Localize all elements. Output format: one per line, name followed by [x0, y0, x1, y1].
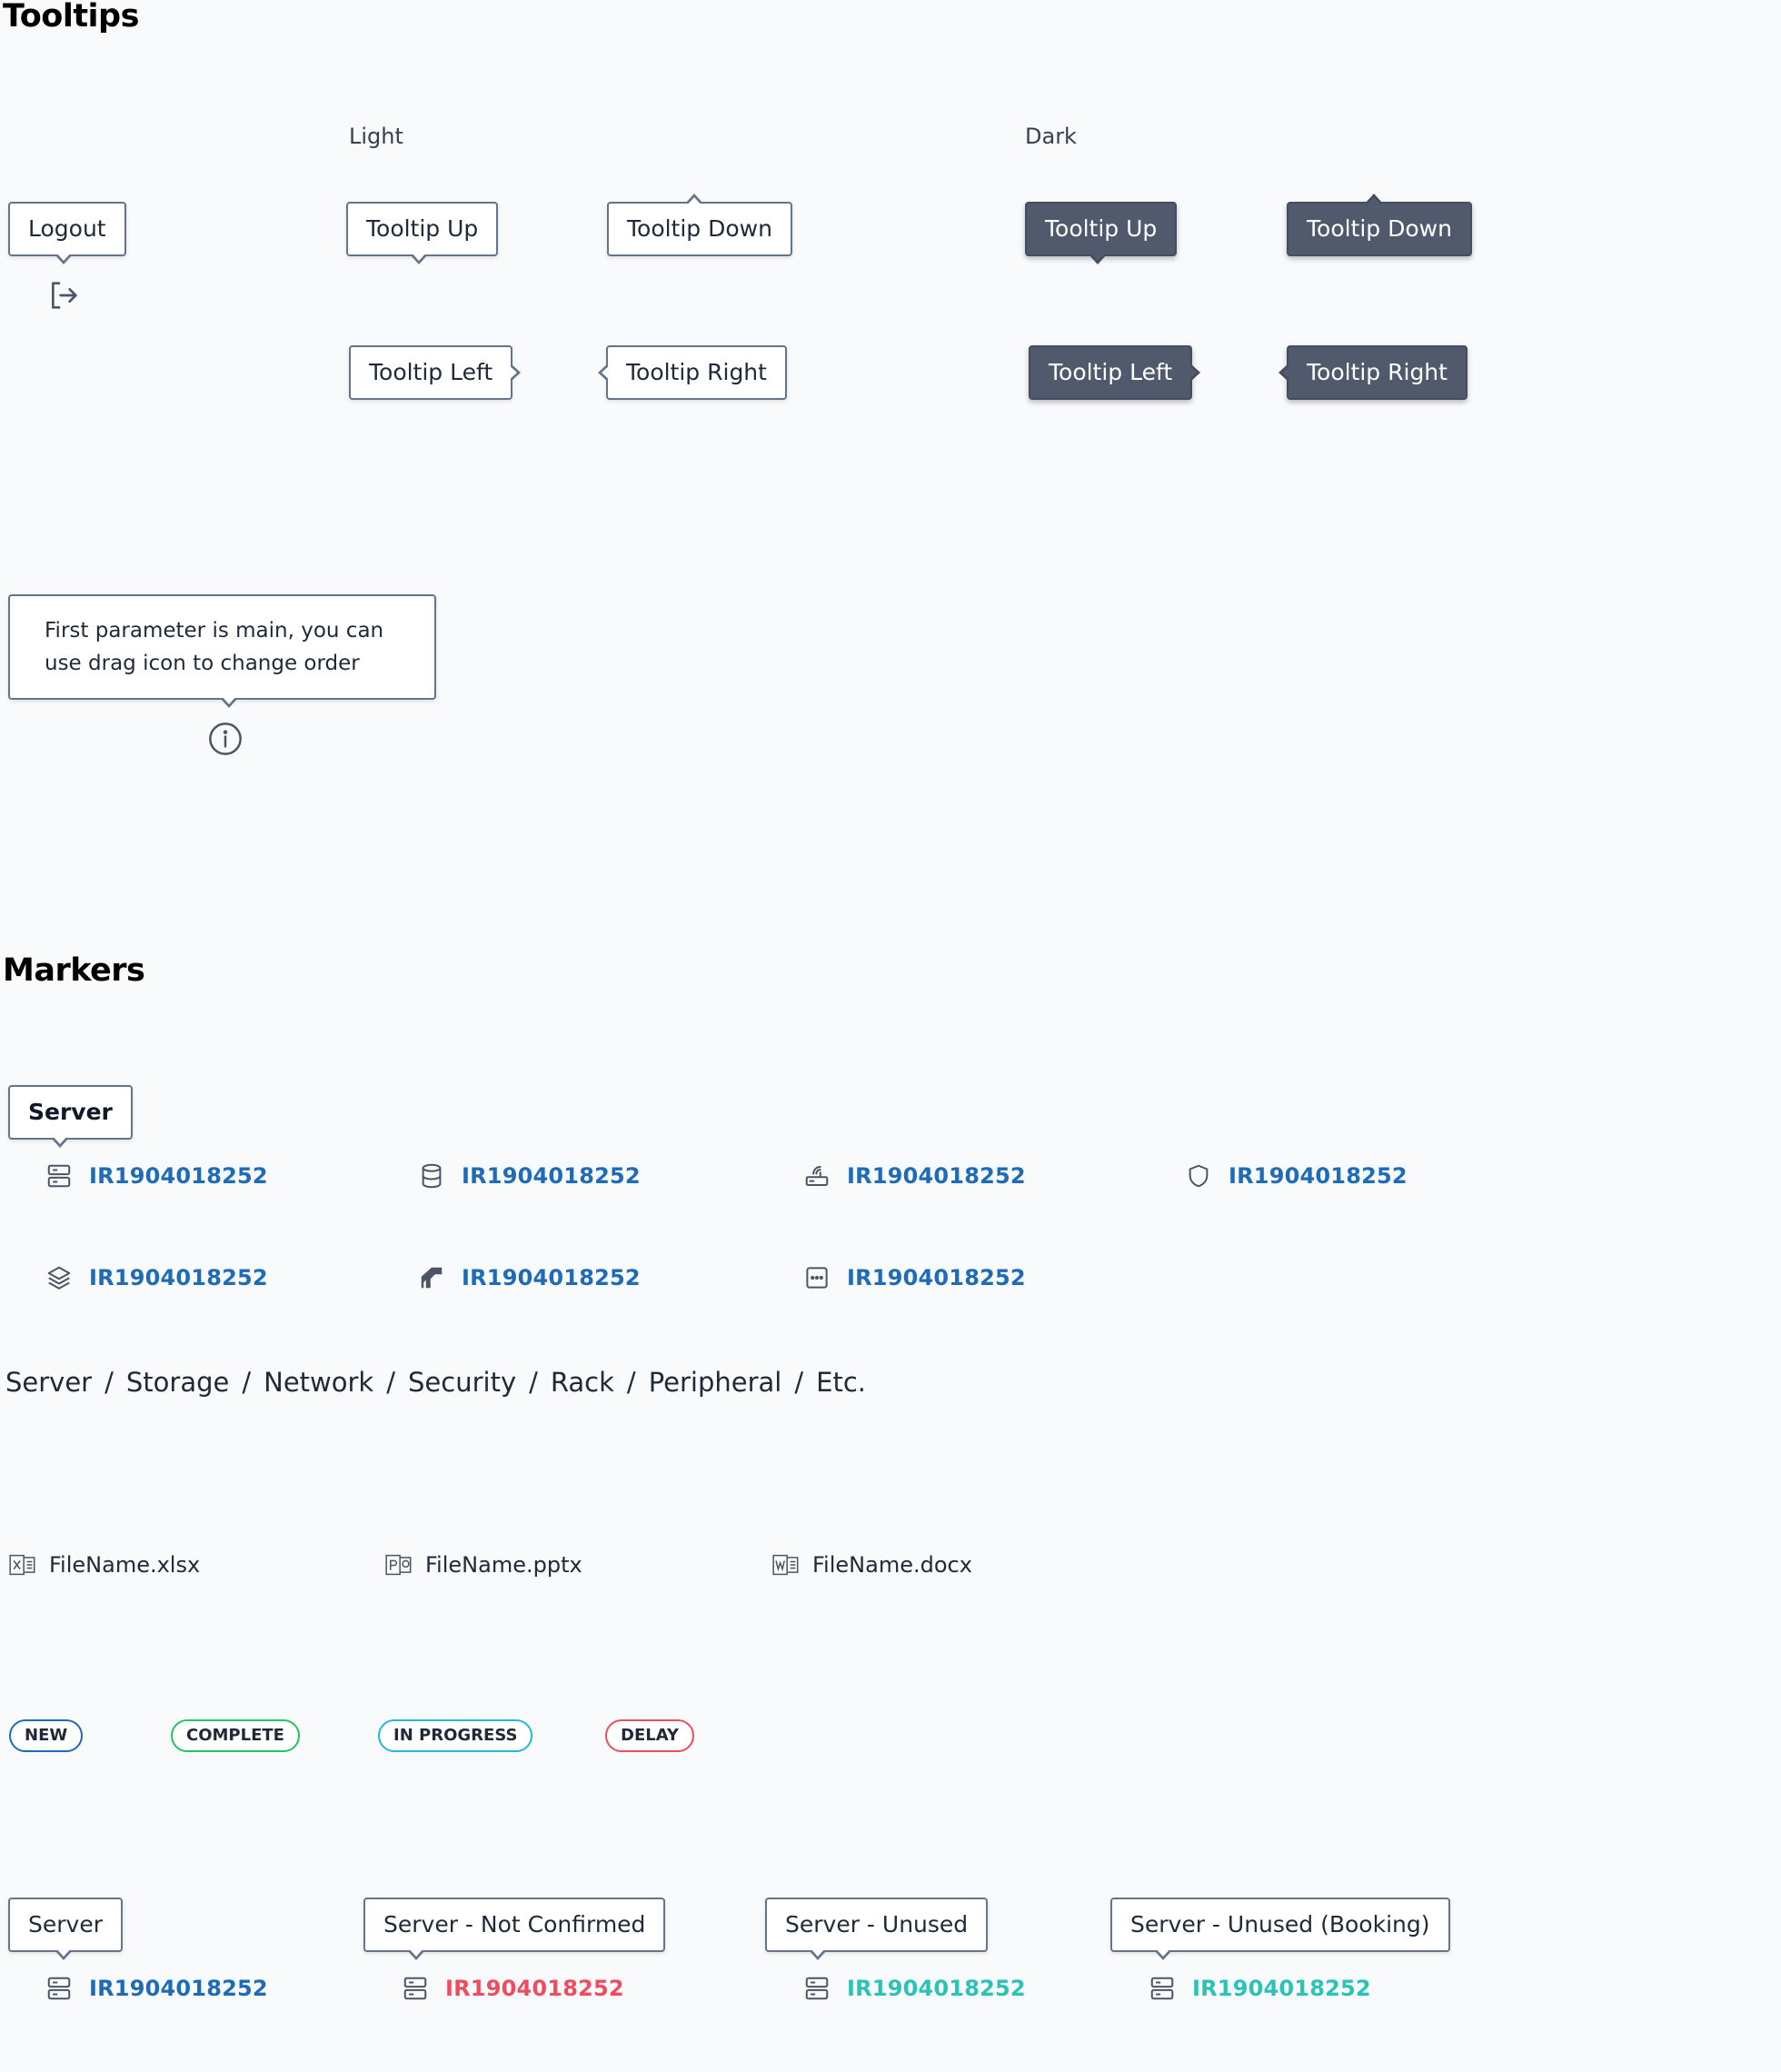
marker-id: IR1904018252: [1192, 1976, 1371, 2001]
tooltips-title: Tooltips: [3, 0, 139, 35]
tooltip-right-text: Tooltip Right: [1307, 359, 1448, 385]
light-label: Light: [349, 124, 403, 149]
state-tooltip-text: Server - Not Confirmed: [383, 1911, 646, 1938]
category-breadcrumb: Server / Storage / Network / Security / Rack / Per…: [5, 1367, 866, 1398]
breadcrumb-separator: /: [104, 1367, 114, 1398]
status-badge-new: NEW: [9, 1719, 84, 1752]
logout-tooltip: Logout: [8, 202, 126, 264]
marker-id: IR1904018252: [89, 1976, 268, 2001]
shield-icon: [1185, 1162, 1212, 1190]
info-icon[interactable]: [207, 721, 244, 757]
marker-id: IR1904018252: [847, 1163, 1026, 1189]
server-marker-unused[interactable]: IR1904018252: [803, 1970, 1026, 2007]
breadcrumb-separator: /: [626, 1367, 636, 1398]
breadcrumb-separator: /: [386, 1367, 396, 1398]
marker-id: IR1904018252: [847, 1265, 1026, 1290]
category-rack[interactable]: Rack: [551, 1367, 614, 1398]
server-tooltip-text: Server: [28, 1099, 113, 1125]
dark-tooltip-up: Tooltip Up: [1025, 202, 1178, 264]
info-tooltip-text: First parameter is main, you can use dra…: [45, 619, 384, 675]
file-name: FileName.pptx: [425, 1552, 582, 1578]
state-tooltip-text: Server - Unused (Booking): [1130, 1911, 1430, 1938]
state-tooltip-not-confirmed: Server - Not Confirmed: [363, 1898, 666, 1960]
category-network[interactable]: Network: [264, 1367, 373, 1398]
rack-marker[interactable]: IR1904018252: [45, 1260, 268, 1296]
state-tooltip-unused-booking: Server - Unused (Booking): [1110, 1898, 1450, 1960]
category-etc[interactable]: Etc.: [816, 1367, 866, 1398]
storage-marker[interactable]: IR1904018252: [418, 1158, 641, 1194]
breadcrumb-separator: /: [529, 1367, 538, 1398]
server-icon: [803, 1975, 831, 2002]
dark-tooltip-right: Tooltip Right: [1279, 345, 1468, 400]
server-icon: [45, 1975, 73, 2002]
dark-tooltip-left: Tooltip Left: [1029, 345, 1201, 400]
status-badge-complete: COMPLETE: [171, 1719, 300, 1752]
file-docx[interactable]: FileName.docx: [772, 1552, 972, 1578]
file-name: FileName.xlsx: [49, 1552, 201, 1578]
info-tooltip: First parameter is main, you can use dra…: [8, 594, 436, 708]
category-security[interactable]: Security: [408, 1367, 516, 1398]
markers-title: Markers: [3, 952, 145, 989]
state-tooltip-text: Server: [28, 1911, 103, 1938]
tooltip-left-text: Tooltip Left: [369, 359, 493, 385]
marker-id: IR1904018252: [1229, 1163, 1408, 1189]
breadcrumb-separator: /: [242, 1367, 252, 1398]
network-marker[interactable]: IR1904018252: [803, 1158, 1026, 1194]
category-peripheral[interactable]: Peripheral: [649, 1367, 782, 1398]
dark-tooltip-down: Tooltip Down: [1287, 194, 1472, 256]
status-badge-delay: DELAY: [605, 1719, 694, 1752]
marker-id: IR1904018252: [445, 1976, 624, 2001]
excel-file-icon: [9, 1554, 35, 1576]
dark-label: Dark: [1025, 124, 1077, 149]
marker-id: IR1904018252: [89, 1163, 268, 1189]
tooltip-up-text: Tooltip Up: [366, 215, 479, 242]
state-tooltip-text: Server - Unused: [785, 1911, 969, 1938]
light-tooltip-right: Tooltip Right: [598, 345, 787, 400]
tooltip-up-text: Tooltip Up: [1045, 215, 1158, 242]
server-marker-unused-booking[interactable]: IR1904018252: [1149, 1970, 1371, 2007]
server-marker-default[interactable]: IR1904018252: [45, 1970, 268, 2007]
state-tooltip-server: Server: [8, 1898, 123, 1960]
logout-icon[interactable]: [45, 277, 82, 314]
rack-icon: [418, 1264, 445, 1291]
light-tooltip-up: Tooltip Up: [346, 202, 499, 264]
marker-id: IR1904018252: [462, 1163, 641, 1189]
powerpoint-file-icon: [385, 1554, 412, 1576]
tooltip-right-text: Tooltip Right: [626, 359, 767, 385]
file-xlsx[interactable]: FileName.xlsx: [9, 1552, 200, 1578]
state-tooltip-unused: Server - Unused: [765, 1898, 989, 1960]
file-name: FileName.docx: [812, 1552, 972, 1578]
light-tooltip-down: Tooltip Down: [607, 194, 792, 256]
etc-marker[interactable]: IR1904018252: [803, 1260, 1026, 1296]
tooltip-down-text: Tooltip Down: [627, 215, 772, 242]
server-marker[interactable]: IR1904018252: [45, 1158, 268, 1194]
light-tooltip-left: Tooltip Left: [349, 345, 522, 400]
logout-tooltip-text: Logout: [28, 215, 106, 242]
peripheral-marker[interactable]: IR1904018252: [418, 1260, 641, 1296]
database-icon: [418, 1162, 445, 1190]
layers-icon: [45, 1264, 73, 1291]
file-pptx[interactable]: FileName.pptx: [385, 1552, 582, 1578]
security-marker[interactable]: IR1904018252: [1185, 1158, 1408, 1194]
server-marker-not-confirmed[interactable]: IR1904018252: [402, 1970, 624, 2007]
tooltip-left-text: Tooltip Left: [1049, 359, 1173, 385]
server-tooltip: Server: [8, 1085, 133, 1148]
breadcrumb-separator: /: [794, 1367, 804, 1398]
server-icon: [45, 1162, 73, 1190]
category-storage[interactable]: Storage: [126, 1367, 229, 1398]
server-icon: [402, 1975, 429, 2002]
status-badge-in-progress: IN PROGRESS: [378, 1719, 533, 1752]
marker-id: IR1904018252: [462, 1265, 641, 1290]
category-server[interactable]: Server: [5, 1367, 92, 1398]
marker-id: IR1904018252: [847, 1976, 1026, 2001]
marker-id: IR1904018252: [89, 1265, 268, 1290]
word-file-icon: [772, 1554, 799, 1576]
etc-icon: [803, 1264, 831, 1291]
server-icon: [1149, 1975, 1176, 2002]
tooltip-down-text: Tooltip Down: [1307, 215, 1452, 242]
network-icon: [803, 1162, 831, 1190]
